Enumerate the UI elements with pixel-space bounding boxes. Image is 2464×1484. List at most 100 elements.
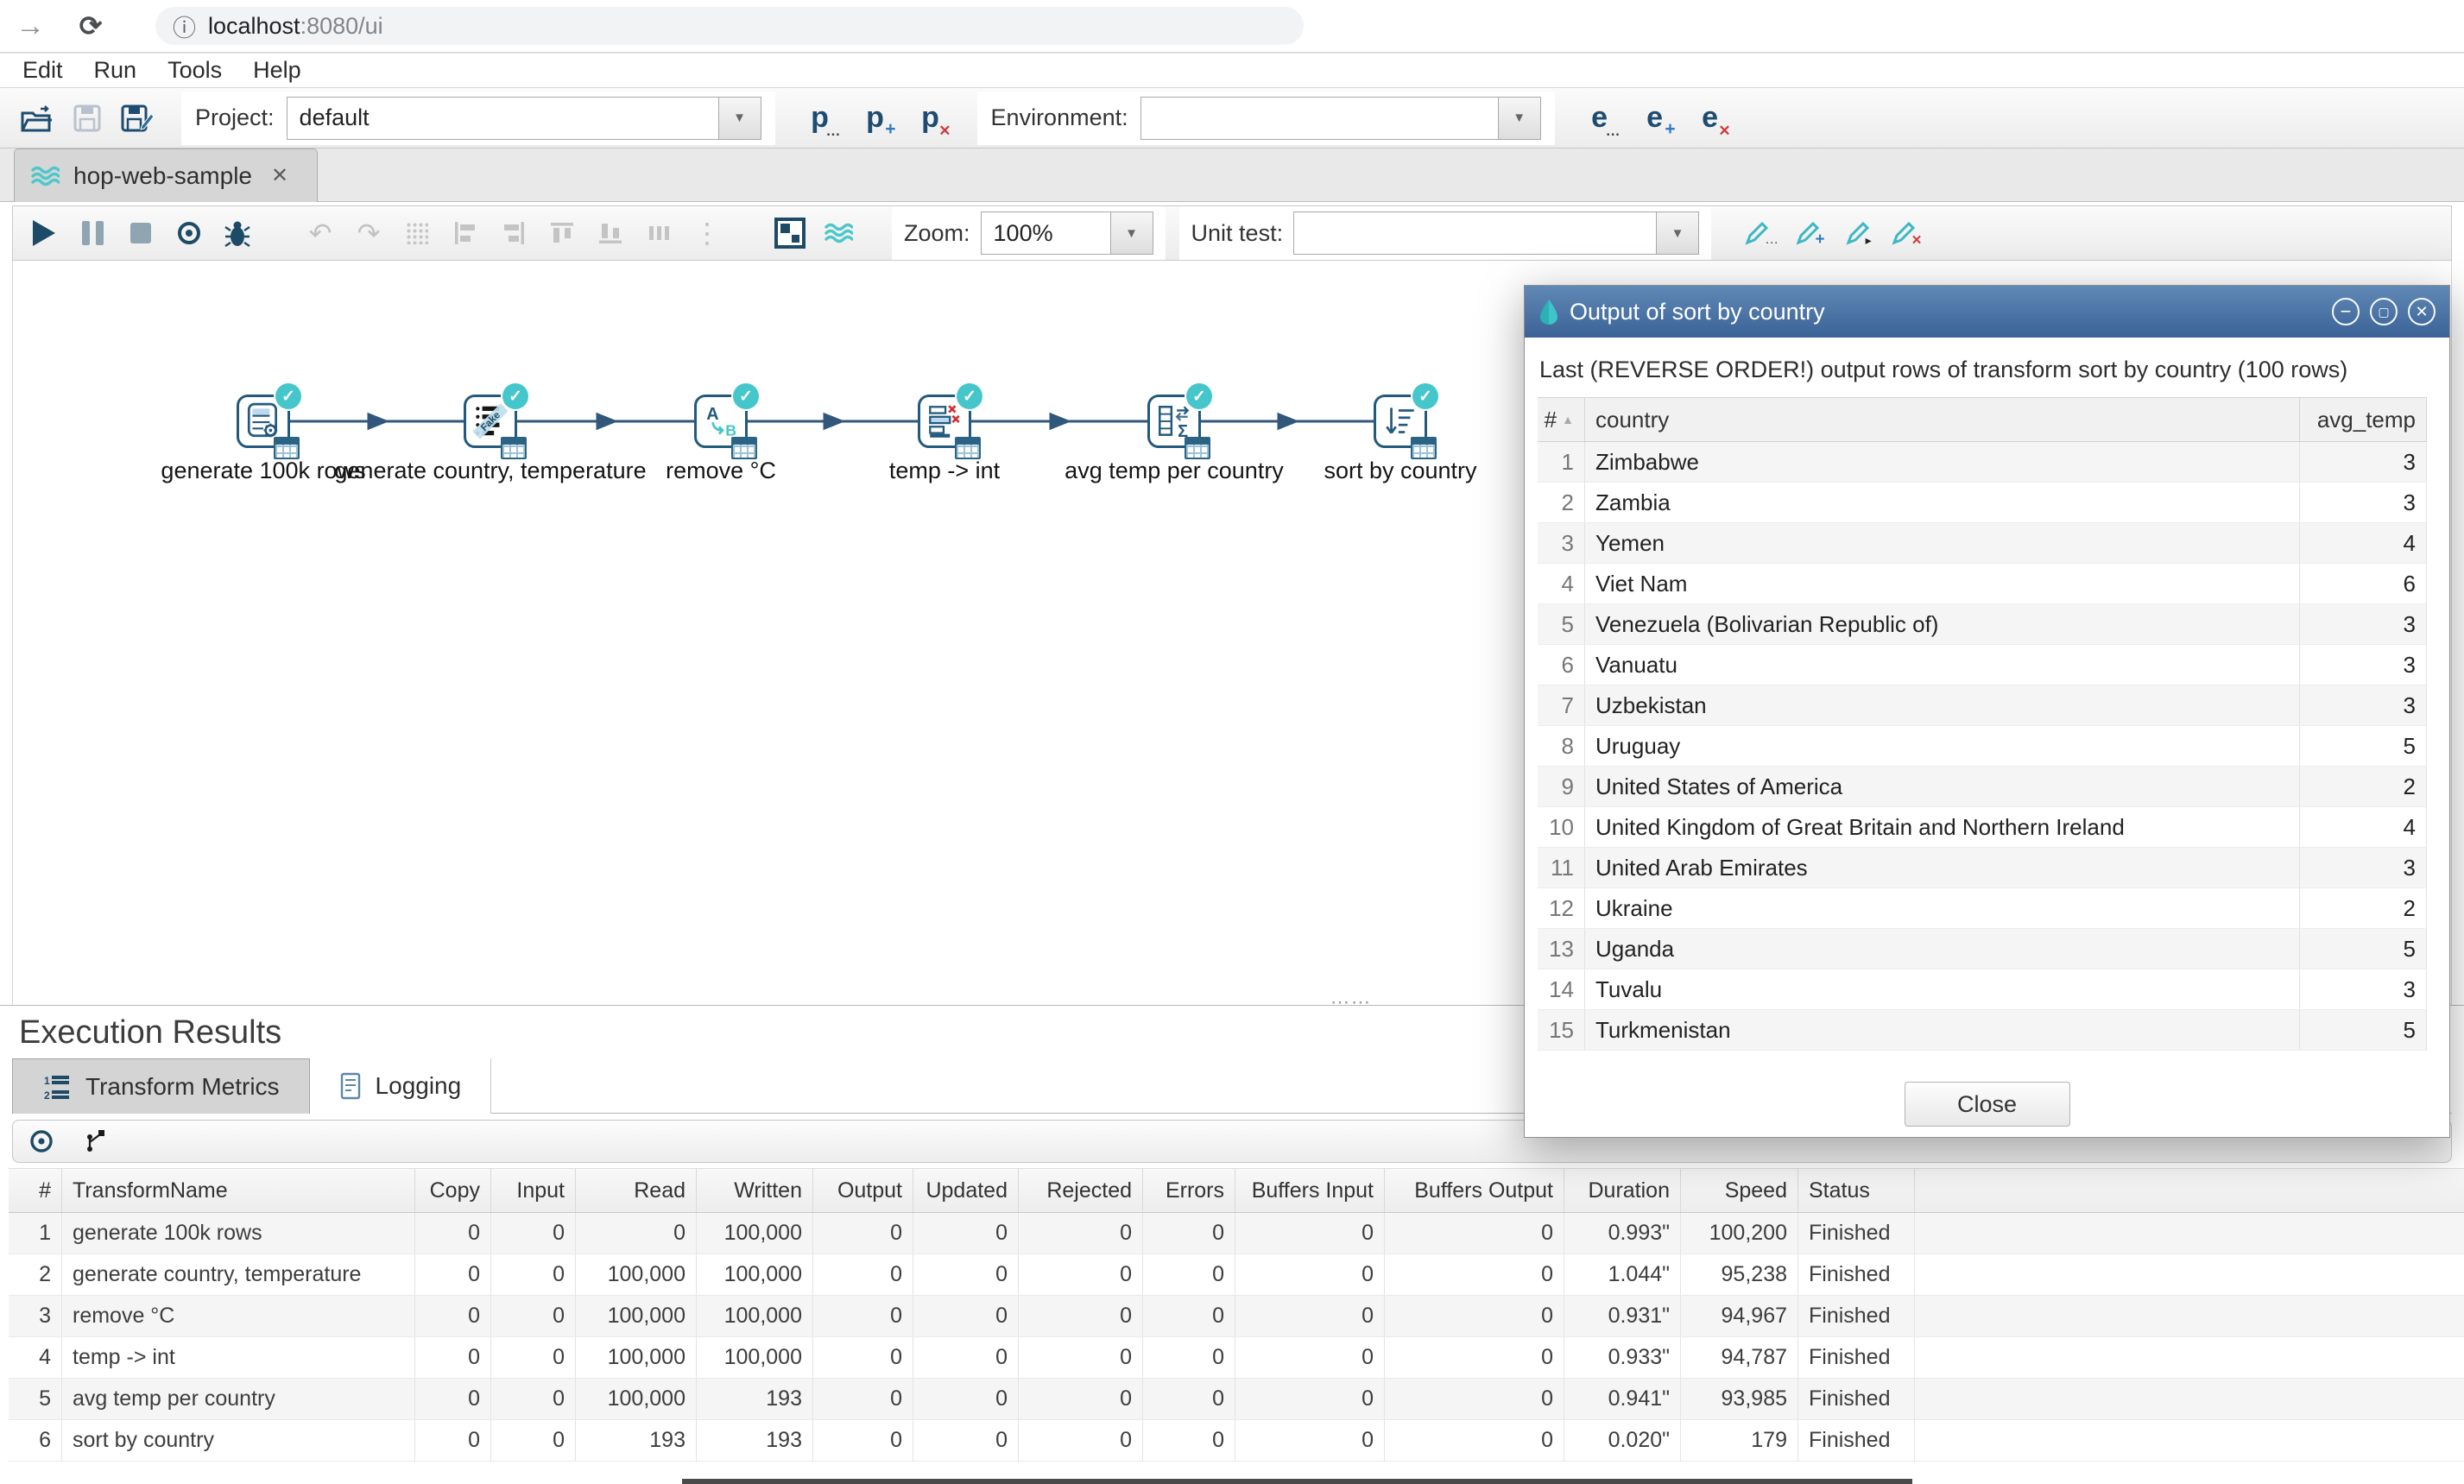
table-row[interactable]: 1Zimbabwe3: [1538, 442, 2427, 483]
menu-edit[interactable]: Edit: [22, 57, 63, 84]
menu-help[interactable]: Help: [253, 57, 301, 84]
transform-generate-country-temperature[interactable]: Fake ✓: [464, 395, 517, 448]
align-bottom-button[interactable]: [586, 209, 635, 257]
data-grid-badge-icon[interactable]: [1185, 437, 1210, 459]
project-delete-button[interactable]: p✕: [903, 95, 958, 142]
column-header: Output: [813, 1169, 913, 1212]
table-row[interactable]: 13Uganda5: [1538, 929, 2427, 969]
unit-test-open-button[interactable]: ▸: [1834, 209, 1882, 257]
table-row[interactable]: 2Zambia3: [1538, 483, 2427, 523]
tab-hop-web-sample[interactable]: hop-web-sample ✕: [14, 148, 318, 202]
show-rows-icon[interactable]: [28, 1128, 54, 1154]
table-row[interactable]: 7Uzbekistan3: [1538, 685, 2427, 726]
flow-branch-icon[interactable]: [84, 1128, 110, 1154]
distribute-horizontal-button[interactable]: [635, 209, 683, 257]
more-actions-button[interactable]: ⋮: [683, 209, 731, 257]
data-grid-badge-icon[interactable]: [1411, 437, 1437, 459]
undo-button[interactable]: ↶: [296, 209, 344, 257]
cell: 3: [2300, 442, 2427, 482]
column-header[interactable]: #▲: [1538, 398, 1585, 441]
transform-temp-to-int[interactable]: ✓: [918, 395, 971, 448]
table-row[interactable]: 2generate country, temperature00100,0001…: [9, 1254, 2464, 1296]
transform-remove-degc[interactable]: A B ✓: [694, 395, 748, 448]
output-dialog: Output of sort by country − ▢ ✕ Last (RE…: [1524, 285, 2450, 1138]
save-as-button[interactable]: [112, 95, 162, 142]
toggle-execution-results-button[interactable]: [766, 209, 814, 257]
table-row[interactable]: 4temp -> int00100,000100,0000000000.933"…: [9, 1337, 2464, 1379]
table-row[interactable]: 14Tuvalu3: [1538, 969, 2427, 1010]
environment-delete-button[interactable]: e✕: [1683, 95, 1738, 142]
minimize-icon[interactable]: −: [2332, 298, 2360, 325]
data-grid-badge-icon[interactable]: [274, 437, 300, 459]
data-grid-badge-icon[interactable]: [731, 437, 757, 459]
table-row[interactable]: 12Ukraine2: [1538, 888, 2427, 929]
align-top-button[interactable]: [538, 209, 586, 257]
environment-add-button[interactable]: e+: [1627, 95, 1683, 142]
forward-icon[interactable]: →: [0, 9, 60, 43]
table-row[interactable]: 3remove °C00100,000100,0000000000.931"94…: [9, 1296, 2464, 1337]
table-row[interactable]: 6Vanuatu3: [1538, 645, 2427, 685]
unit-test-new-button[interactable]: +: [1785, 209, 1834, 257]
snap-grid-button[interactable]: [393, 209, 441, 257]
project-add-button[interactable]: p+: [848, 95, 903, 142]
pause-button[interactable]: [68, 209, 117, 257]
preview-button[interactable]: [165, 209, 213, 257]
pipeline-settings-button[interactable]: [814, 209, 862, 257]
data-grid-badge-icon[interactable]: [501, 437, 527, 459]
unit-test-edit-button[interactable]: …: [1737, 209, 1785, 257]
redo-button[interactable]: ↷: [344, 209, 393, 257]
unit-test-combo[interactable]: ▼: [1293, 212, 1699, 255]
environment-combo[interactable]: ▼: [1140, 97, 1541, 140]
menu-tools[interactable]: Tools: [167, 57, 222, 84]
table-row[interactable]: 15Turkmenistan5: [1538, 1010, 2427, 1051]
project-combo[interactable]: default ▼: [287, 97, 761, 140]
tab-close-icon[interactable]: ✕: [271, 163, 288, 188]
project-edit-button[interactable]: p…: [793, 95, 848, 142]
table-row[interactable]: 5avg temp per country00100,0001930000000…: [9, 1379, 2464, 1420]
transform-sort-by-country[interactable]: ✓: [1374, 395, 1427, 448]
data-grid-badge-icon[interactable]: [955, 437, 981, 459]
close-icon[interactable]: ✕: [2408, 298, 2436, 325]
unit-test-delete-button[interactable]: ✕: [1882, 209, 1930, 257]
zoom-combo[interactable]: 100% ▼: [981, 212, 1153, 255]
transform-generate-100k-rows[interactable]: ✓: [237, 395, 290, 448]
column-header: Rejected: [1019, 1169, 1143, 1212]
table-row[interactable]: 1generate 100k rows000100,0000000000.993…: [9, 1213, 2464, 1254]
menu-run[interactable]: Run: [94, 57, 137, 84]
table-row[interactable]: 9United States of America2: [1538, 767, 2427, 807]
open-file-button[interactable]: [12, 95, 62, 142]
dialog-titlebar[interactable]: Output of sort by country − ▢ ✕: [1525, 286, 2449, 338]
output-table-body: 1Zimbabwe32Zambia33Yemen44Viet Nam65Vene…: [1538, 442, 2427, 1067]
table-row[interactable]: 3Yemen4: [1538, 523, 2427, 564]
table-row[interactable]: 4Viet Nam6: [1538, 564, 2427, 604]
reload-icon[interactable]: ⟳: [60, 9, 121, 42]
table-row[interactable]: 6sort by country001931930000000.020"179F…: [9, 1420, 2464, 1462]
table-row[interactable]: 5Venezuela (Bolivarian Republic of)3: [1538, 604, 2427, 645]
site-info-icon[interactable]: ⓘ: [173, 9, 196, 43]
cell: 100,000: [697, 1337, 813, 1378]
tab-logging[interactable]: Logging: [310, 1058, 492, 1114]
debug-button[interactable]: [213, 209, 262, 257]
table-row[interactable]: 8Uruguay5: [1538, 726, 2427, 767]
maximize-icon[interactable]: ▢: [2370, 298, 2398, 325]
run-button[interactable]: [20, 209, 68, 257]
close-button[interactable]: Close: [1905, 1082, 2070, 1127]
align-left-button[interactable]: [441, 209, 490, 257]
environment-group: Environment: ▼: [977, 92, 1555, 145]
cell: 0: [1143, 1213, 1235, 1254]
save-button[interactable]: [62, 95, 112, 142]
tab-transform-metrics[interactable]: 1 2 Transform Metrics: [12, 1058, 310, 1114]
address-bar[interactable]: ⓘ localhost:8080/ui: [155, 7, 1304, 45]
transform-avg-temp-per-country[interactable]: Σ ✓: [1147, 395, 1201, 448]
horizontal-scrollbar[interactable]: [682, 1479, 1912, 1484]
cell: 0.933": [1564, 1337, 1681, 1378]
align-right-button[interactable]: [490, 209, 538, 257]
column-header[interactable]: country: [1585, 398, 2300, 441]
cell: 0: [913, 1379, 1019, 1419]
table-row[interactable]: 10United Kingdom of Great Britain and No…: [1538, 807, 2427, 848]
environment-edit-button[interactable]: e…: [1572, 95, 1627, 142]
align-bottom-icon: [597, 220, 623, 246]
table-row[interactable]: 11United Arab Emirates3: [1538, 848, 2427, 888]
column-header[interactable]: avg_temp: [2300, 398, 2427, 441]
stop-button[interactable]: [117, 209, 165, 257]
